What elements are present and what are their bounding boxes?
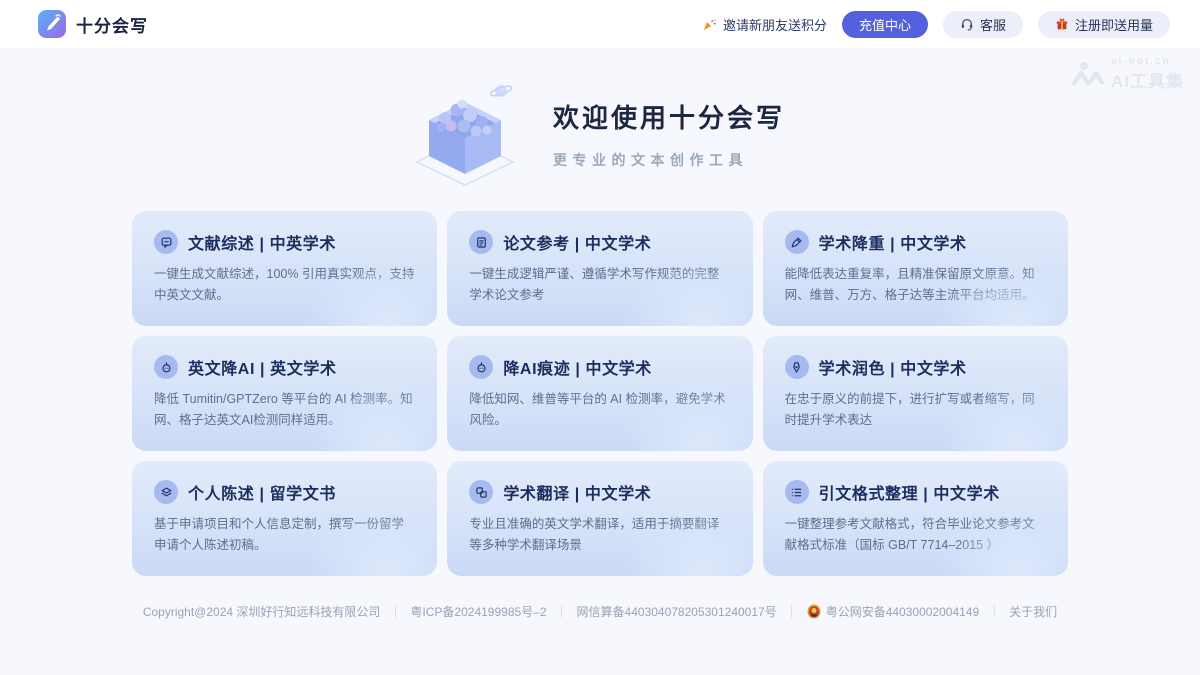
card-description: 一键生成逻辑严谨、遵循学术写作规范的完整学术论文参考 [469,264,730,306]
footer: Copyright@2024 深圳好行知远科技有限公司 ｜ 粤ICP备20241… [0,603,1200,620]
card-title: 学术翻译 | 中文学术 [503,480,651,504]
card-title: 引文格式整理 | 中文学术 [819,480,1000,504]
gift-icon [1055,17,1069,31]
card-title: 学术降重 | 中文学术 [819,230,967,254]
card-title: 个人陈述 | 留学文书 [188,480,336,504]
robot-icon [154,355,178,379]
card-reduce-duplication[interactable]: 学术降重 | 中文学术 能降低表达重复率，且精准保留原文原意。知网、维普、万方、… [763,211,1068,326]
brand-name: 十分会写 [76,12,148,37]
page-subtitle: 更专业的文本创作工具 [553,150,785,170]
watermark-url: ai-bot.cn [1111,56,1184,67]
icp-link[interactable]: 粤ICP备2024199985号–2 [410,603,546,620]
ai-bot-watermark: ai-bot.cn AI工具集 [1071,56,1184,92]
watermark-title: AI工具集 [1111,67,1184,92]
card-academic-polish[interactable]: 学术润色 | 中文学术 在忠于原义的前提下，进行扩写或者缩写，同时提升学术表达 [763,336,1068,451]
card-personal-statement[interactable]: 个人陈述 | 留学文书 基于申请项目和个人信息定制，撰写一份留学申请个人陈述初稿… [132,461,437,576]
card-title: 文献综述 | 中英学术 [188,230,336,254]
customer-service-button[interactable]: 客服 [943,11,1023,38]
layers-icon [154,480,178,504]
translate-icon [469,480,493,504]
card-title: 英文降AI | 英文学术 [188,355,337,379]
copyright-text: Copyright@2024 深圳好行知远科技有限公司 [143,603,381,620]
feature-card-grid: 文献综述 | 中英学术 一键生成文献综述，100% 引用真实观点，支持中英文文献… [132,211,1068,576]
card-description: 降低知网、维普等平台的 AI 检测率，避免学术风险。 [469,389,730,431]
brand-logo-icon [38,10,66,38]
card-description: 降低 Tumitin/GPTZero 等平台的 AI 检测率。知网、格子达英文A… [154,389,415,431]
card-title: 论文参考 | 中文学术 [503,230,651,254]
card-title: 学术润色 | 中文学术 [819,355,967,379]
card-reduce-ai-traces[interactable]: 降AI痕迹 | 中文学术 降低知网、维普等平台的 AI 检测率，避免学术风险。 [447,336,752,451]
card-description: 基于申请项目和个人信息定制，撰写一份留学申请个人陈述初稿。 [154,514,415,556]
list-icon [785,480,809,504]
ai-bot-logo-icon [1071,61,1105,87]
card-description: 一键整理参考文献格式，符合毕业论文参考文献格式标准（国标 GB/T 7714–2… [785,514,1046,556]
cube-illustration [415,82,515,186]
pen-icon [785,230,809,254]
card-description: 能降低表达重复率，且精准保留原文原意。知网、维普、万方、格子达等主流平台均适用。 [785,264,1046,306]
brand[interactable]: 十分会写 [38,10,148,38]
page-title: 欢迎使用十分会写 [553,98,785,135]
invite-friends-link[interactable]: 邀请新朋友送积分 [702,15,827,34]
wangxin-text: 网信算备440304078205301240017号 [577,603,777,620]
card-description: 在忠于原义的前提下，进行扩写或者缩写，同时提升学术表达 [785,389,1046,431]
card-paper-reference[interactable]: 论文参考 | 中文学术 一键生成逻辑严谨、遵循学术写作规范的完整学术论文参考 [447,211,752,326]
headset-icon [960,17,974,31]
card-english-reduce-ai[interactable]: 英文降AI | 英文学术 降低 Tumitin/GPTZero 等平台的 AI … [132,336,437,451]
card-title: 降AI痕迹 | 中文学术 [503,355,652,379]
party-popper-icon [702,17,717,32]
card-description: 专业且准确的英文学术翻译，适用于摘要翻译等多种学术翻译场景 [469,514,730,556]
robot-icon [469,355,493,379]
document-icon [469,230,493,254]
about-us-link[interactable]: 关于我们 [1009,603,1057,620]
hero-section: 欢迎使用十分会写 更专业的文本创作工具 [0,82,1200,186]
top-header: 十分会写 邀请新朋友送积分 充值中心 客服 [0,0,1200,48]
police-badge-icon [807,604,821,619]
register-bonus-button[interactable]: 注册即送用量 [1038,11,1170,38]
card-description: 一键生成文献综述，100% 引用真实观点，支持中英文文献。 [154,264,415,306]
card-academic-translation[interactable]: 学术翻译 | 中文学术 专业且准确的英文学术翻译，适用于摘要翻译等多种学术翻译场… [447,461,752,576]
brush-icon [785,355,809,379]
recharge-center-button[interactable]: 充值中心 [842,11,928,38]
card-literature-review[interactable]: 文献综述 | 中英学术 一键生成文献综述，100% 引用真实观点，支持中英文文献… [132,211,437,326]
gongan-link[interactable]: 粤公网安备44030002004149 [807,603,979,620]
card-citation-format[interactable]: 引文格式整理 | 中文学术 一键整理参考文献格式，符合毕业论文参考文献格式标准（… [763,461,1068,576]
chat-bubble-icon [154,230,178,254]
